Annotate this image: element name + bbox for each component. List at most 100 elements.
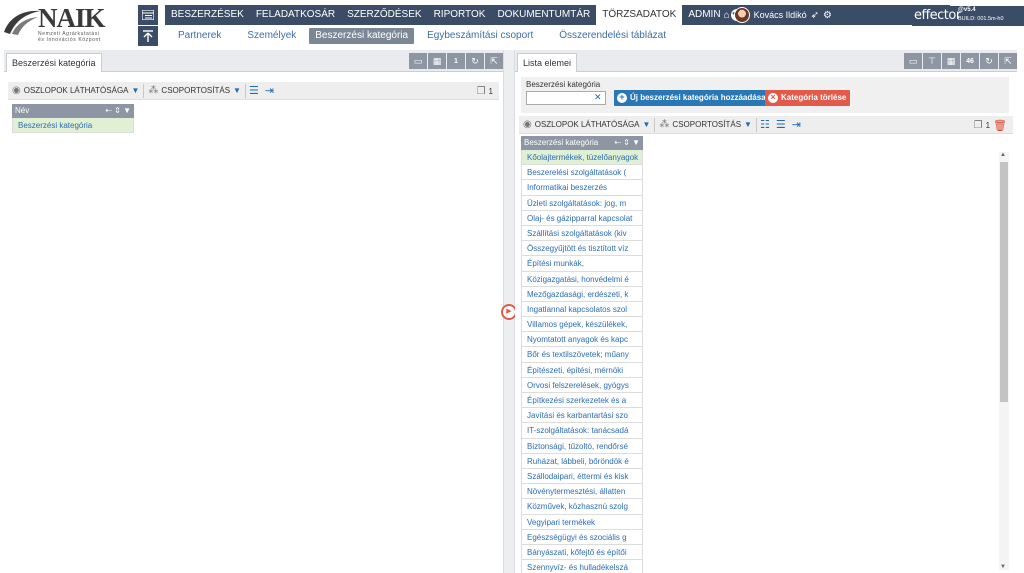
table-layout-icon[interactable]: ▭ xyxy=(904,53,922,69)
scroll-thumb[interactable] xyxy=(1000,162,1008,402)
table-grid-icon[interactable]: ▦ xyxy=(942,53,960,69)
group-icon: ⁂ xyxy=(659,119,670,130)
nav-beszerzesek[interactable]: BESZERZÉSEK xyxy=(165,5,250,25)
list-icon xyxy=(142,10,154,20)
menu-grid-button[interactable] xyxy=(138,5,158,25)
table-row[interactable]: Építkezési szerkezetek és a xyxy=(521,393,643,409)
table-row[interactable]: Biztonsági, tűzoltó, rendőrsé xyxy=(521,438,643,454)
table-row[interactable]: Javítási és karbantartási szo xyxy=(521,408,643,424)
right-tab[interactable]: Lista elemei xyxy=(517,53,578,72)
delete-category-button[interactable]: × Kategória törlése xyxy=(765,90,851,106)
count-value: 1 xyxy=(985,120,991,130)
list-view-icon[interactable]: ☰ xyxy=(246,84,262,97)
nav-riportok[interactable]: RIPORTOK xyxy=(428,5,492,25)
grouping-dropdown[interactable]: ⁂ CSOPORTOSÍTÁS ▼ xyxy=(655,116,756,134)
table-grid-icon[interactable]: ▦ xyxy=(428,53,446,69)
table-row[interactable]: Növénytermesztési, állatten xyxy=(521,484,643,500)
nav-admin[interactable]: ADMIN xyxy=(682,5,726,25)
export-icon[interactable]: ⇥ xyxy=(262,84,277,97)
table-row[interactable]: Építészeti, építési, mérnöki xyxy=(521,362,643,378)
trash-icon[interactable]: 🗑 xyxy=(993,119,1007,132)
add-category-button[interactable]: + Új beszerzési kategória hozzáadása xyxy=(614,90,770,106)
table-row[interactable]: Szállodaipari, éttermi és kisk xyxy=(521,468,643,485)
subnav-egybeszamitasi-csoport[interactable]: Egybeszámítási csoport xyxy=(414,28,546,44)
right-toolbar: ◉ OSZLOPOK LÁTHATÓSÁGA ▼ ⁂ CSOPORTOSÍTÁS… xyxy=(519,116,1013,134)
subnav-osszerendelesi-tablazat[interactable]: Összerendelési táblázat xyxy=(546,28,679,44)
table-layout-icon[interactable]: ▭ xyxy=(409,53,427,69)
subnav-beszerzesi-kategoria[interactable]: Beszerzési kategória xyxy=(309,28,415,44)
nav-szerzodesek[interactable]: SZERZŐDÉSEK xyxy=(341,5,427,25)
table-row[interactable]: Üzleti szolgáltatások: jog, m xyxy=(521,195,643,211)
scroll-top-button[interactable] xyxy=(138,26,158,46)
nav-torzsadatok[interactable]: TÖRZSADATOK xyxy=(596,5,683,25)
table-row[interactable]: Villamos gépek, készülékek, xyxy=(521,317,643,333)
avatar[interactable] xyxy=(733,7,750,23)
left-tab[interactable]: Beszerzési kategória xyxy=(6,53,102,72)
row-count-badge[interactable]: 46 xyxy=(961,53,979,69)
export-icon[interactable]: ⇥ xyxy=(789,118,804,131)
selected-count: ❐ 1 xyxy=(477,82,493,100)
naik-logo[interactable]: NAIK Nemzeti Agrárkutatási és Innovációs… xyxy=(0,0,136,46)
subnav-partnerek[interactable]: Partnerek xyxy=(165,28,234,44)
refresh-icon[interactable]: ↻ xyxy=(980,53,998,69)
refresh-icon[interactable]: ↻ xyxy=(466,53,484,69)
table-row[interactable]: Közművek, közhasznú szolg xyxy=(521,499,643,515)
table-row[interactable]: Összegyűjtött és tisztított víz xyxy=(521,241,643,257)
table-row[interactable]: Bőr és textilszövetek; műany xyxy=(521,347,643,363)
sort-filter-icon[interactable]: ⇠ ⇕ ▼ xyxy=(614,136,640,150)
clear-icon[interactable]: ✕ xyxy=(594,92,602,103)
table-row[interactable]: Mezőgazdasági, erdészeti, k xyxy=(521,286,643,302)
copy-icon[interactable]: ❐ xyxy=(974,120,983,131)
columns-visibility-dropdown[interactable]: ◉ OSZLOPOK LÁTHATÓSÁGA ▼ xyxy=(519,116,654,134)
delete-category-label: Kategória törlése xyxy=(781,93,847,102)
user-name[interactable]: Kovács Ildikó xyxy=(754,10,807,20)
list-view-icon[interactable]: ☰ xyxy=(773,118,789,131)
left-tab-tools: ▭ ▦ 1 ↻ ⇱ xyxy=(408,53,503,69)
checklist-icon[interactable]: ☷ xyxy=(757,118,773,131)
right-tabbar: Lista elemei ▭ ⊤ ▦ 46 ↻ ⇱ xyxy=(515,50,1017,72)
scroll-up-icon[interactable]: ▲ xyxy=(1000,152,1006,158)
copy-icon[interactable]: ❐ xyxy=(477,86,486,97)
grid-rows: Kőolajtermékek, tüzelőanyagok Beszerelési… xyxy=(521,150,643,573)
table-row[interactable]: Ingatlannal kapcsolatos szol xyxy=(521,301,643,318)
table-row[interactable]: Építési munkák, xyxy=(521,256,643,272)
columns-visibility-dropdown[interactable]: ◉ OSZLOPOK LÁTHATÓSÁGA ▼ xyxy=(8,82,143,100)
external-link-icon[interactable]: ⇱ xyxy=(485,53,503,69)
rocket-icon[interactable]: ➶ xyxy=(811,10,819,21)
table-row[interactable]: Ruházat, lábbeli, bőröndök é xyxy=(521,453,643,469)
grid-header-label: Név xyxy=(15,106,30,115)
table-row[interactable]: Szállítási szolgáltatások (kiv xyxy=(521,225,643,242)
table-row[interactable]: Bányászati, kőfejtő és építői xyxy=(521,544,643,561)
table-row[interactable]: Nyomtatott anyagok és kapc xyxy=(521,332,643,348)
filter-icon[interactable]: ⊤ xyxy=(923,53,941,69)
grouping-dropdown[interactable]: ⁂ CSOPORTOSÍTÁS ▼ xyxy=(144,82,245,100)
table-row[interactable]: Olaj- és gázipparral kapcsolat xyxy=(521,210,643,226)
home-icon[interactable]: ⌂ xyxy=(724,10,730,21)
external-link-icon[interactable]: ⇱ xyxy=(999,53,1017,69)
table-row[interactable]: Szennyvíz- és hulladékelszá xyxy=(521,560,643,573)
table-row[interactable]: Informatikai beszerzés xyxy=(521,180,643,196)
sort-filter-icon[interactable]: ⇠ ⇕ ▼ xyxy=(105,104,131,118)
table-row[interactable]: Orvosi felszerelések, gyógys xyxy=(521,377,643,393)
table-row[interactable]: Vegyipari termékek xyxy=(521,514,643,530)
grid-header-nev[interactable]: Név ⇠ ⇕ ▼ xyxy=(12,104,134,118)
caret-down-icon: ▼ xyxy=(744,120,752,129)
effector-build: BUILD: 001.5m-h0 xyxy=(958,16,1004,22)
table-row[interactable]: Közigazgatási, honvédelmi é xyxy=(521,271,643,287)
table-row[interactable]: Beszerzési kategória xyxy=(12,118,134,134)
gear-icon[interactable]: ⚙ xyxy=(823,10,832,21)
table-row[interactable]: IT-szolgáltatások: tanácsadá xyxy=(521,423,643,439)
scroll-down-icon[interactable]: ▼ xyxy=(1000,564,1006,570)
nav-dokumentumtar[interactable]: DOKUMENTUMTÁR xyxy=(491,5,596,25)
table-row[interactable]: Egészségügyi és szociális g xyxy=(521,529,643,545)
table-row[interactable]: Beszerelési szolgáltatások ( xyxy=(521,165,643,181)
grid-header-beszerzesi-kategoria[interactable]: Beszerzési kategória ⇠ ⇕ ▼ xyxy=(521,136,643,150)
effector-logo: effector xyxy=(914,8,961,23)
left-tabbar: Beszerzési kategória ▭ ▦ 1 ↻ ⇱ xyxy=(4,50,503,72)
subnav-szemelyek[interactable]: Személyek xyxy=(234,28,309,44)
vertical-scrollbar[interactable]: ▲ ▼ xyxy=(999,152,1009,570)
selected-count: ❐ 1 🗑 xyxy=(974,116,1007,134)
table-row[interactable]: Kőolajtermékek, tüzelőanyagok xyxy=(521,150,643,166)
nav-feladatkosar[interactable]: FELADATKOSÁR xyxy=(250,5,341,25)
row-count-badge[interactable]: 1 xyxy=(447,53,465,69)
